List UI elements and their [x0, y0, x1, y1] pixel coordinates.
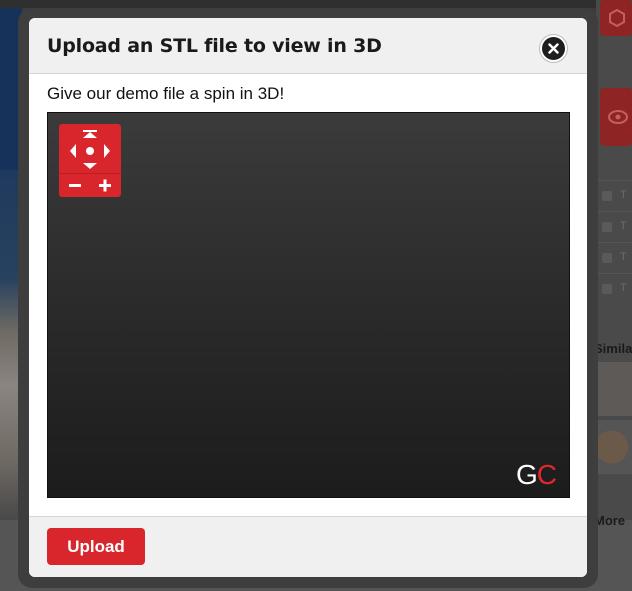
background-download-tile — [600, 0, 632, 36]
viewer-navigation-pad — [59, 124, 121, 197]
eye-icon — [602, 284, 612, 294]
cube-icon — [609, 9, 625, 27]
background-thumbnail — [598, 420, 632, 474]
zoom-in-icon[interactable] — [95, 176, 115, 194]
background-stat-text: T — [620, 189, 627, 201]
background-stat-row: T — [598, 242, 632, 272]
background-stat-row: T — [598, 180, 632, 210]
close-icon — [548, 43, 559, 54]
logo-letter-c: C — [536, 459, 557, 490]
background-stat-text: T — [620, 251, 627, 263]
wrench-icon — [602, 253, 612, 263]
gc-logo: GC — [516, 459, 557, 491]
logo-letter-g: G — [516, 459, 538, 490]
3d-viewer-canvas[interactable]: GC — [47, 112, 570, 498]
close-button[interactable] — [540, 35, 567, 62]
pan-left-icon[interactable] — [70, 144, 76, 158]
modal-subtitle: Give our demo file a spin in 3D! — [47, 84, 285, 103]
background-stat-text: T — [620, 282, 627, 294]
modal-title: Upload an STL file to view in 3D — [47, 35, 382, 57]
upload-button[interactable]: Upload — [47, 528, 145, 565]
center-dot-icon[interactable] — [86, 147, 94, 155]
pan-controls — [70, 130, 110, 169]
background-more-label: More — [594, 513, 626, 528]
eye-icon — [608, 110, 628, 124]
upload-stl-modal: Upload an STL file to view in 3D Give ou… — [29, 18, 587, 577]
pad-divider — [59, 173, 121, 174]
background-stat-row: T — [598, 211, 632, 241]
modal-footer: Upload — [29, 516, 587, 577]
zoom-out-icon[interactable] — [65, 176, 85, 194]
modal-header: Upload an STL file to view in 3D — [29, 18, 587, 74]
download-icon — [602, 191, 612, 201]
background-stat-row: T — [598, 273, 632, 303]
background-stat-text: T — [620, 220, 627, 232]
background-top-bar — [0, 0, 632, 8]
background-view-tile — [600, 88, 632, 146]
pan-down-icon[interactable] — [83, 163, 97, 169]
pan-up-icon[interactable] — [83, 130, 97, 138]
background-similar-label: Simila — [594, 341, 632, 356]
pan-right-icon[interactable] — [104, 144, 110, 158]
comment-icon — [602, 222, 612, 232]
background-thumbnail — [598, 362, 632, 416]
